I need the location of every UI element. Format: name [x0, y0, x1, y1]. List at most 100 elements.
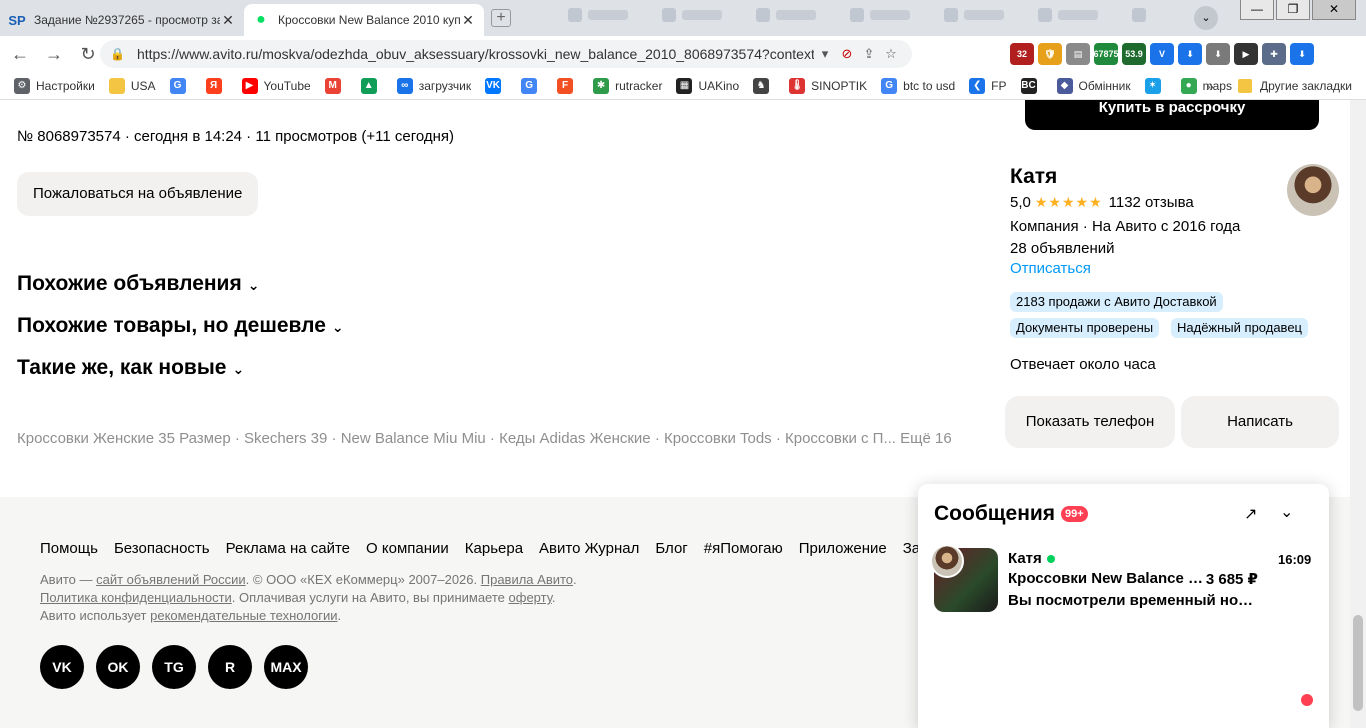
- extension-icon[interactable]: ▤: [1066, 43, 1090, 65]
- background-tab-icon[interactable]: [1132, 8, 1146, 22]
- extension-icon[interactable]: ▶: [1234, 43, 1258, 65]
- bookmark-item[interactable]: Gbtc to usd: [881, 77, 955, 94]
- bookmark-item[interactable]: ▦ UAKino: [676, 77, 739, 94]
- extension-icon[interactable]: ✚: [1262, 43, 1286, 65]
- extension-icon[interactable]: 67875: [1093, 43, 1119, 65]
- chat-sender[interactable]: Катя: [1008, 550, 1055, 567]
- seller-name[interactable]: Катя: [1010, 165, 1057, 189]
- bookmark-item[interactable]: ▶ YouTube: [241, 77, 311, 94]
- similar-listings-toggle[interactable]: Похожие объявления ⌄: [17, 272, 259, 296]
- reviews-count[interactable]: 1132 отзыва: [1109, 194, 1194, 211]
- open-external-icon[interactable]: ↗: [1244, 504, 1266, 526]
- bookmark-item[interactable]: USA: [108, 77, 156, 94]
- background-tab-icon[interactable]: [662, 8, 676, 22]
- address-bar[interactable]: 🔒 https://www.avito.ru/moskva/odezhda_ob…: [100, 40, 912, 68]
- new-tab-button[interactable]: +: [491, 9, 511, 27]
- like-new-toggle[interactable]: Такие же, как новые ⌄: [17, 356, 244, 380]
- bookmark-item[interactable]: ✱ rutracker: [593, 77, 662, 94]
- tab-assignment[interactable]: SP Задание №2937265 - просмотр за ✕: [0, 4, 244, 36]
- background-tab-icon[interactable]: [1038, 8, 1052, 22]
- bookmark-item[interactable]: BC: [1020, 77, 1043, 94]
- offer-link[interactable]: оферту: [509, 590, 552, 605]
- footer-link[interactable]: О компании: [366, 540, 449, 557]
- bookmark-item[interactable]: ◆ Обмінник: [1056, 77, 1131, 94]
- minimize-button[interactable]: —: [1240, 0, 1274, 20]
- extension-icon[interactable]: 32: [1010, 43, 1034, 65]
- extension-icon[interactable]: ⬇: [1178, 43, 1202, 65]
- recommendation-tech-link[interactable]: рекомендательные технологии: [150, 608, 337, 623]
- footer-link[interactable]: Авито Журнал: [539, 540, 639, 557]
- bookmark-item[interactable]: Я: [205, 77, 228, 94]
- messenger-title[interactable]: Сообщения 99+: [934, 502, 1088, 526]
- show-phone-button[interactable]: Показать телефон: [1005, 396, 1175, 448]
- reload-icon[interactable]: ↻: [74, 40, 102, 68]
- rules-link[interactable]: Правила Авито: [481, 572, 573, 587]
- extension-icon[interactable]: 🛡: [1038, 43, 1062, 65]
- telegram-icon[interactable]: TG: [152, 645, 196, 689]
- bookmark-item[interactable]: ∞ загрузчик: [396, 77, 471, 94]
- site-link[interactable]: сайт объявлений России: [96, 572, 246, 587]
- message-preview[interactable]: Вы посмотрели временный номер телефона: [1008, 592, 1258, 609]
- background-tab-icon[interactable]: [568, 8, 582, 22]
- seller-rating[interactable]: 5,0 ★★★★★ 1132 отзыва: [1010, 194, 1194, 211]
- bookmark-item[interactable]: ❮ FP: [969, 77, 1007, 94]
- bookmark-item[interactable]: VK: [485, 77, 507, 94]
- rutube-icon[interactable]: R: [208, 645, 252, 689]
- tab-avito-listing[interactable]: ● Кроссовки New Balance 2010 куп ✕: [244, 4, 484, 36]
- seller-avatar[interactable]: [1287, 164, 1339, 216]
- background-tab-icon[interactable]: [756, 8, 770, 22]
- bookmark-item[interactable]: ♞: [753, 77, 775, 94]
- footer-link[interactable]: Приложение: [799, 540, 887, 557]
- other-bookmarks-folder[interactable]: Другие закладки: [1238, 72, 1352, 100]
- unsubscribe-link[interactable]: Отписаться: [1010, 260, 1091, 277]
- related-links[interactable]: Кроссовки Женские 35 Размер · Skechers 3…: [17, 430, 896, 447]
- privacy-link[interactable]: Политика конфиденциальности: [40, 590, 232, 605]
- related-more-link[interactable]: Ещё 16: [900, 430, 952, 447]
- tab-close-icon[interactable]: ✕: [460, 12, 476, 29]
- forward-arrow-icon[interactable]: →: [40, 40, 68, 68]
- extension-icon[interactable]: 53.9: [1122, 43, 1146, 65]
- extension-icon[interactable]: ⬇: [1206, 43, 1230, 65]
- tab-search-chevron-icon[interactable]: ⌄: [1194, 6, 1218, 30]
- bookmark-item[interactable]: ⚙ Настройки: [14, 77, 95, 94]
- chat-item[interactable]: Кроссовки New Balance 2010 3 685 ₽: [1008, 570, 1258, 588]
- footer-link[interactable]: #яПомогаю: [704, 540, 783, 557]
- footer-link[interactable]: Безопасность: [114, 540, 210, 557]
- page-scrollbar[interactable]: [1350, 100, 1366, 728]
- complain-button[interactable]: Пожаловаться на объявление: [17, 172, 259, 216]
- write-message-button[interactable]: Написать: [1181, 396, 1339, 448]
- bookmark-item[interactable]: ✶: [1144, 77, 1167, 94]
- tab-close-icon[interactable]: ✕: [220, 12, 236, 29]
- extension-icon[interactable]: V: [1150, 43, 1174, 65]
- odnoklassniki-icon[interactable]: OK: [96, 645, 140, 689]
- chevron-down-icon[interactable]: ⌄: [1280, 502, 1302, 524]
- bookmark-item[interactable]: G: [521, 77, 543, 94]
- cheaper-similar-toggle[interactable]: Похожие товары, но дешевле ⌄: [17, 314, 344, 338]
- dropdown-icon[interactable]: ▾: [814, 46, 836, 62]
- footer-link[interactable]: Помощь: [40, 540, 98, 557]
- extension-icon[interactable]: ⬇: [1290, 43, 1314, 65]
- bookmark-item[interactable]: F: [557, 77, 579, 94]
- maximize-button[interactable]: ❐: [1276, 0, 1310, 20]
- bookmark-star-icon[interactable]: ☆: [880, 46, 902, 62]
- bookmarks-overflow-icon[interactable]: »: [1206, 78, 1214, 94]
- bookmark-item[interactable]: G: [169, 77, 192, 94]
- blocked-icon[interactable]: ⊘: [836, 46, 858, 62]
- max-messenger-icon[interactable]: MAX: [264, 645, 308, 689]
- background-tab-icon[interactable]: [850, 8, 864, 22]
- background-tab-icon[interactable]: [944, 8, 958, 22]
- footer-link[interactable]: Карьера: [465, 540, 523, 557]
- bookmark-item[interactable]: 🌡 SINOPTIK: [789, 77, 867, 94]
- close-window-button[interactable]: ✕: [1312, 0, 1356, 20]
- bookmark-item[interactable]: ▲: [360, 77, 383, 94]
- vk-icon[interactable]: VK: [40, 645, 84, 689]
- seller-listings-count[interactable]: 28 объявлений: [1010, 238, 1240, 260]
- buy-installment-button[interactable]: Купить в рассрочку: [1025, 100, 1319, 130]
- footer-link[interactable]: Реклама на сайте: [226, 540, 350, 557]
- share-icon[interactable]: ⇪: [858, 46, 880, 62]
- back-arrow-icon[interactable]: ←: [6, 40, 34, 68]
- scrollbar-thumb[interactable]: [1353, 615, 1363, 711]
- url-text[interactable]: https://www.avito.ru/moskva/odezhda_obuv…: [137, 46, 814, 62]
- lock-icon[interactable]: 🔒: [110, 47, 125, 61]
- bookmark-item[interactable]: M: [324, 77, 347, 94]
